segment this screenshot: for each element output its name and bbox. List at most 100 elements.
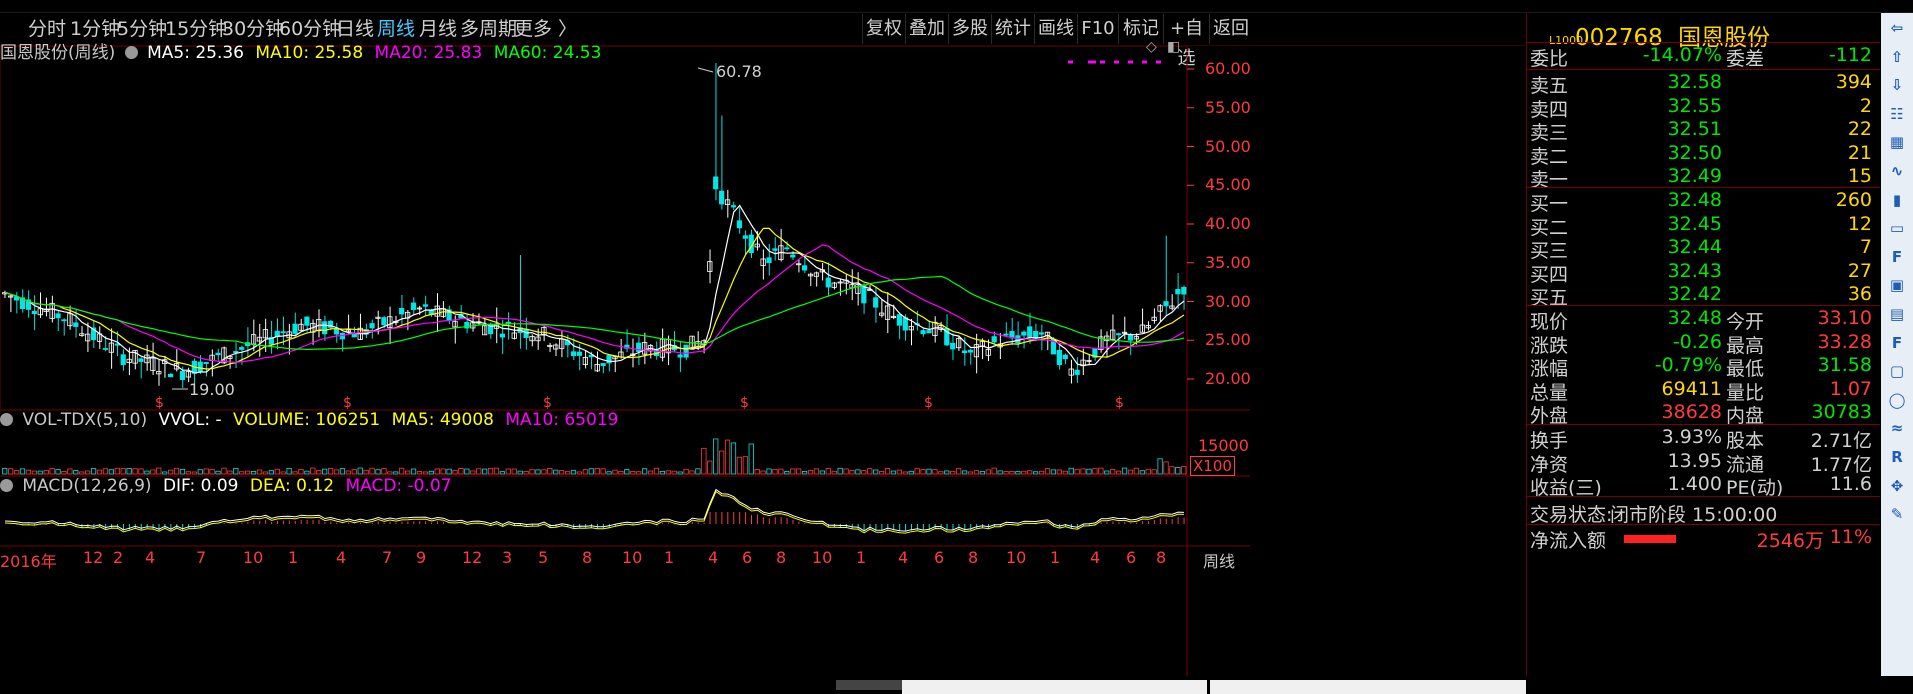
- down-arrow-icon[interactable]: ⇩: [1886, 74, 1908, 96]
- volume-bar: [1139, 470, 1145, 475]
- volume-bar: [49, 468, 55, 475]
- list-icon[interactable]: ☷: [1886, 103, 1908, 125]
- pen-icon[interactable]: ✎: [1886, 503, 1908, 525]
- volume-bar: [262, 471, 269, 475]
- bid-price: 32.42: [1667, 283, 1722, 306]
- chart-canvas[interactable]: $ $ $ $ $ $: [0, 46, 1525, 676]
- volume-bar: [292, 471, 298, 475]
- candle-body: [736, 220, 743, 229]
- volume-bar: [416, 471, 423, 475]
- candle-body: [215, 352, 221, 356]
- status-value: 闭市阶段 15:00:00: [1610, 504, 1778, 526]
- volume-bar: [701, 447, 707, 475]
- volume-bar: [316, 470, 322, 475]
- candle-body: [719, 190, 725, 205]
- volume-bar: [1181, 466, 1187, 475]
- volume-bar: [659, 470, 665, 475]
- candle-body: [801, 265, 808, 271]
- volume-bar: [944, 470, 950, 475]
- tag-icon[interactable]: ▢: [1886, 360, 1908, 382]
- kline-chart-area[interactable]: $ $ $ $ $ $ 国恩股份(周线) MA5: 25.36 MA10: 25.58 M…: [0, 39, 1525, 676]
- vol-ma10-label: MA10: 65019: [505, 410, 619, 430]
- candle-body: [369, 323, 375, 329]
- draw-button[interactable]: 画线: [1034, 14, 1077, 44]
- panel-toggle-icon[interactable]: ◧: [1167, 39, 1180, 55]
- volume-bar: [642, 468, 648, 475]
- window-icon[interactable]: ▭: [1886, 217, 1908, 239]
- box-icon[interactable]: ▣: [1886, 274, 1908, 296]
- time-tick-label: 4: [145, 548, 156, 567]
- settings-dot-icon[interactable]: [0, 479, 13, 492]
- settings-dot-icon[interactable]: [124, 46, 138, 59]
- volume-bar: [760, 470, 766, 475]
- wave-icon[interactable]: ≈: [1886, 417, 1908, 439]
- rsi-icon[interactable]: R: [1886, 446, 1908, 468]
- volume-bar: [630, 471, 636, 475]
- line-chart-icon[interactable]: ∿: [1886, 160, 1908, 182]
- fuquan-button[interactable]: 复权: [862, 14, 905, 44]
- price-tick-label: 20.00: [1205, 369, 1251, 388]
- time-tick-label: 4: [1090, 548, 1101, 567]
- volume-bar: [1080, 468, 1086, 475]
- volume-bar: [150, 469, 156, 475]
- volume-bar: [973, 470, 980, 475]
- circle-icon[interactable]: ◯: [1886, 389, 1908, 411]
- back-arrow-icon[interactable]: ⇦: [1886, 17, 1908, 39]
- volume-bar: [1027, 470, 1033, 475]
- volume-bar: [594, 467, 600, 475]
- volume-bar: [452, 470, 458, 475]
- f10-icon[interactable]: F: [1886, 246, 1908, 268]
- volume-bar: [13, 470, 20, 475]
- ask-volume: 394: [1835, 71, 1872, 93]
- ask-price: 32.51: [1667, 118, 1722, 141]
- volume-bar: [529, 469, 535, 475]
- volume-bar: [156, 467, 162, 475]
- up-arrow-icon[interactable]: ⇧: [1886, 46, 1908, 68]
- volume-bar: [914, 468, 920, 475]
- diamond-icon[interactable]: ◇: [1146, 39, 1157, 55]
- candle-body: [274, 330, 280, 337]
- candle-body: [902, 317, 908, 331]
- scrollbar-thumb[interactable]: [836, 680, 902, 690]
- vol-title: VOL-TDX(5,10): [22, 410, 148, 430]
- weibi-value: -14.07%: [1642, 44, 1722, 66]
- candle-body: [600, 363, 606, 366]
- time-tick-label: 6: [742, 548, 753, 567]
- volume-bar: [570, 469, 577, 475]
- netflow-value: 2546万: [1756, 530, 1824, 552]
- volume-bar: [1163, 461, 1169, 475]
- volume-bar: [1021, 470, 1027, 475]
- volume-bar: [369, 467, 375, 475]
- table-icon[interactable]: ▦: [1886, 131, 1908, 153]
- ma10-label: MA10: 25.58: [255, 43, 364, 63]
- volume-bar: [813, 468, 820, 475]
- cross-icon[interactable]: ✥: [1886, 475, 1908, 497]
- volume-bar: [576, 471, 583, 475]
- candle-body: [772, 248, 778, 251]
- volume-bar: [1121, 467, 1128, 475]
- box2-icon[interactable]: ▤: [1886, 303, 1908, 325]
- candle-body: [1033, 330, 1039, 339]
- overlay-button[interactable]: 叠加: [905, 14, 948, 44]
- settings-dot-icon[interactable]: [0, 413, 13, 426]
- stats-button[interactable]: 统计: [991, 14, 1034, 44]
- candle-icon[interactable]: ▮: [1886, 189, 1908, 211]
- f10-button[interactable]: F10: [1077, 14, 1118, 44]
- bottom-bar: [0, 676, 1913, 694]
- f2-icon[interactable]: F: [1886, 332, 1908, 354]
- fund-value: 1.400: [1667, 473, 1722, 496]
- volume-bar: [742, 456, 748, 475]
- volume-bar: [126, 468, 132, 475]
- vol-multiplier-badge[interactable]: X100: [1190, 456, 1235, 476]
- time-tick-label: 1: [288, 548, 299, 567]
- back-button[interactable]: 返回: [1209, 14, 1252, 44]
- volume-bar: [1104, 470, 1110, 475]
- multi-stock-button[interactable]: 多股: [948, 14, 991, 44]
- top-menu-strip: [0, 0, 1913, 13]
- volume-bar: [1175, 466, 1181, 475]
- volume-bar: [339, 468, 346, 475]
- time-tick-label: 10: [812, 548, 833, 567]
- chart-title: 国恩股份(周线): [0, 43, 116, 63]
- candle-body: [784, 247, 790, 250]
- volume-bar: [387, 471, 393, 475]
